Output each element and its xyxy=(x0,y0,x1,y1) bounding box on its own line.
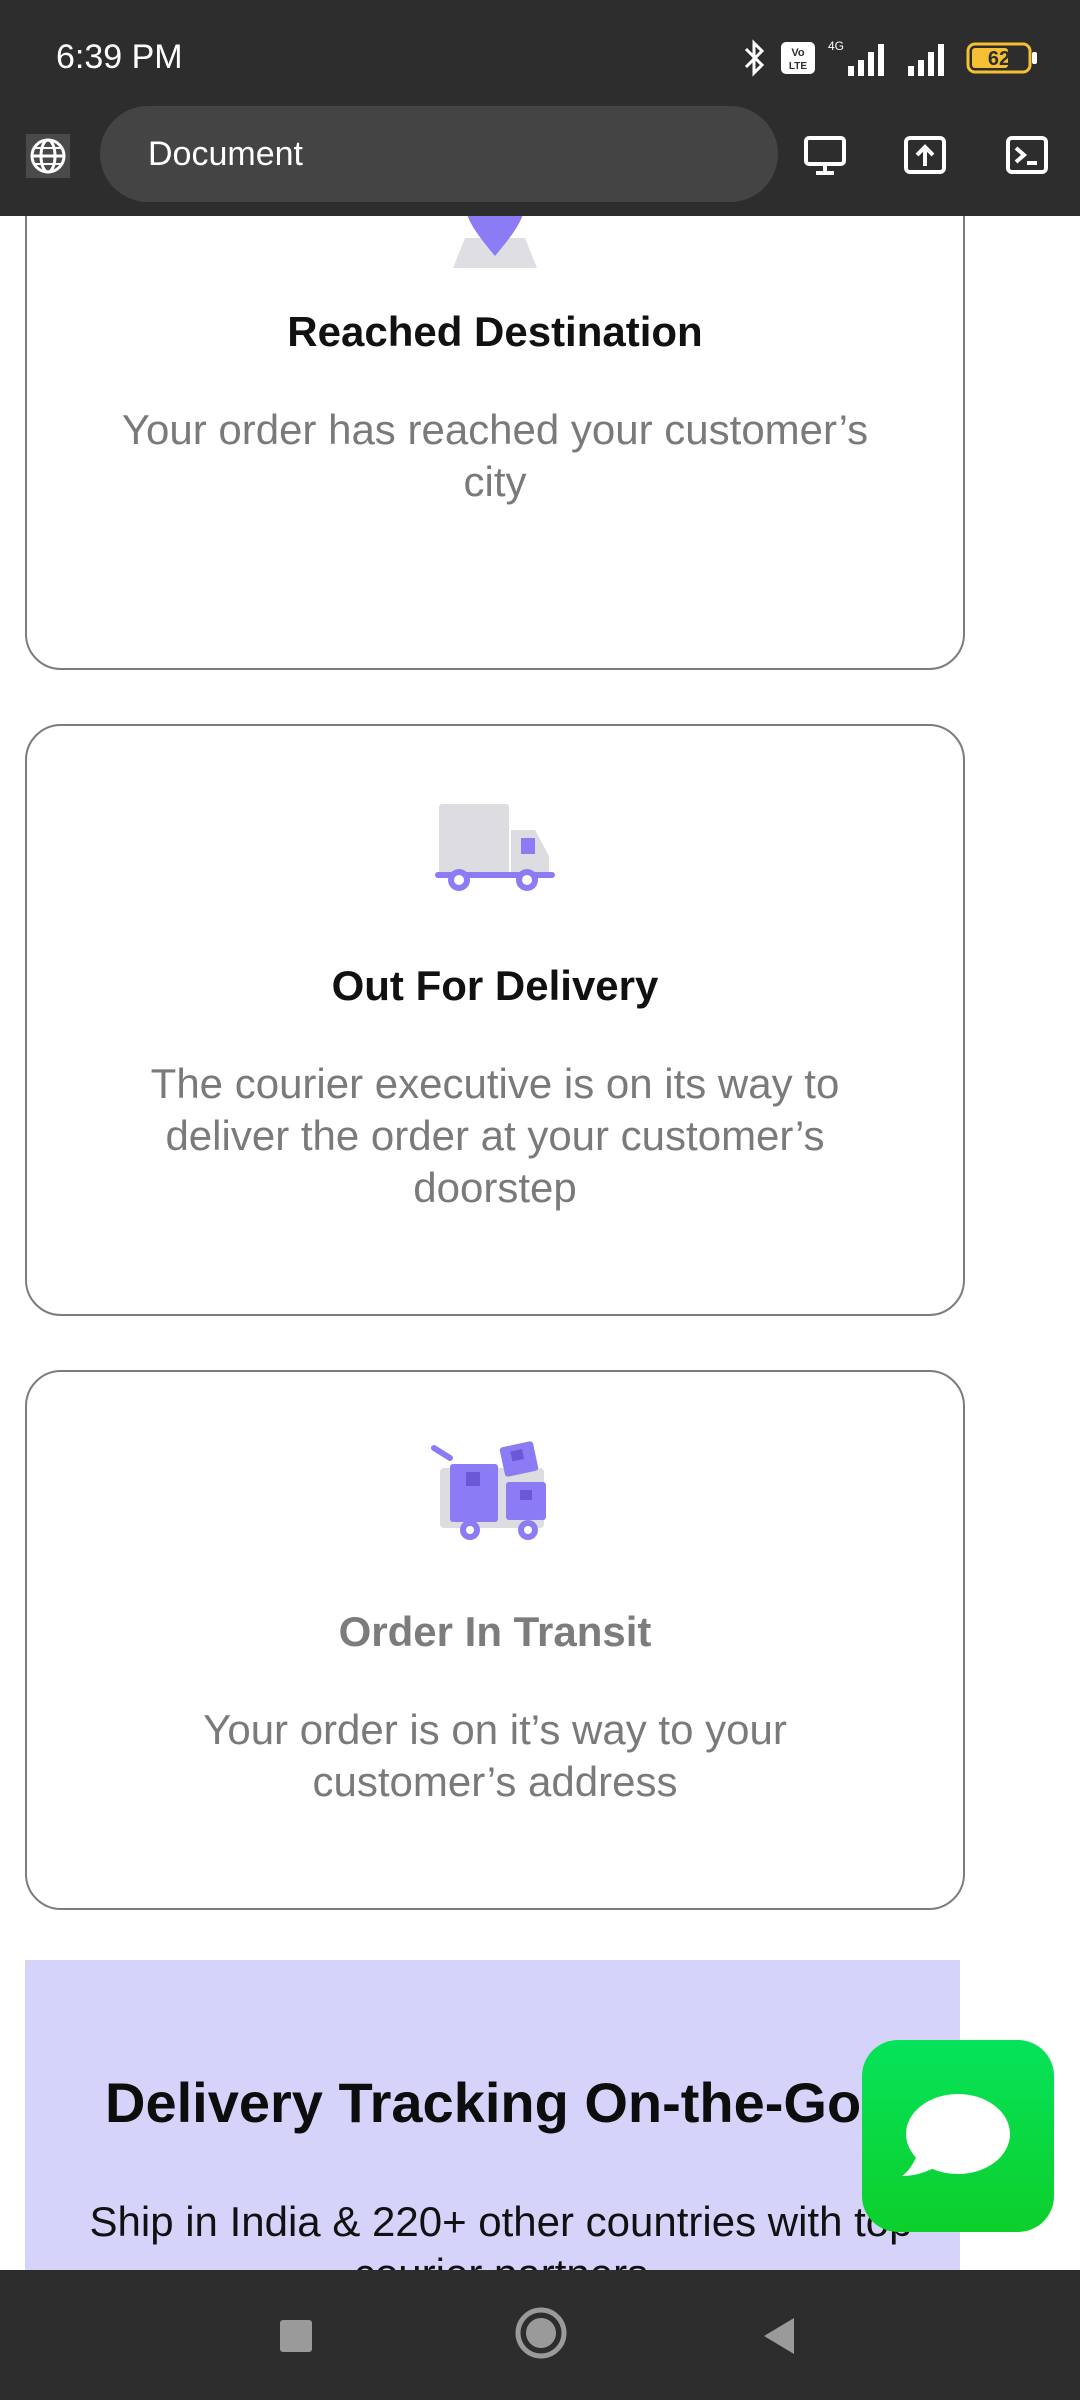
chat-button[interactable] xyxy=(862,2040,1054,2232)
recents-icon[interactable] xyxy=(276,2316,316,2356)
home-icon[interactable] xyxy=(514,2306,568,2360)
chat-bubble-icon xyxy=(902,2094,1010,2176)
back-icon[interactable] xyxy=(760,2314,800,2358)
promo-clip: Delivery Tracking On-the-Go Ship in Indi… xyxy=(0,0,1080,2270)
promo-description: Ship in India & 220+ other countries wit… xyxy=(89,2198,912,2270)
promo-title: Delivery Tracking On-the-Go xyxy=(105,2071,862,2134)
system-nav-bar xyxy=(0,2270,1080,2400)
promo-section: Delivery Tracking On-the-Go Ship in Indi… xyxy=(25,1960,960,2270)
